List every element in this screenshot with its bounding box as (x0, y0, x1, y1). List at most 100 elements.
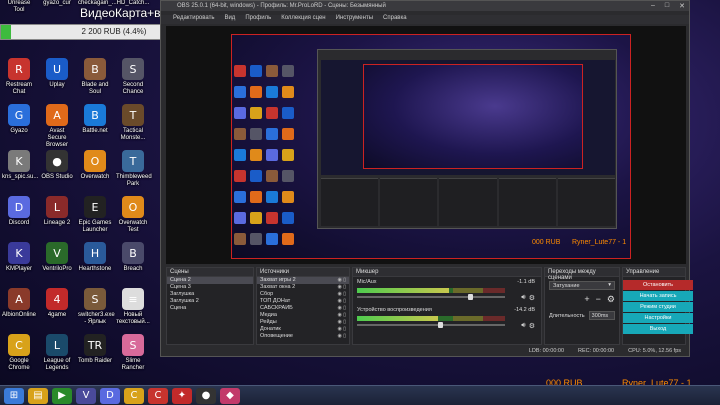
desktop-icon[interactable]: E Epic Games Launcher (78, 196, 112, 234)
app-icon: T (122, 104, 144, 126)
preview-app-icon (250, 107, 262, 119)
source-name: Сбор (260, 291, 274, 297)
mixer-title: Микшер (353, 268, 541, 277)
desktop-icon[interactable]: A Avast Secure Browser (40, 104, 74, 149)
source-item[interactable]: Оповещение ◉ ▯ (257, 333, 349, 340)
control-button[interactable]: Выход (623, 324, 693, 334)
menu-item[interactable]: Справка (383, 15, 407, 24)
eye-icon[interactable]: ◉ ▯ (337, 326, 346, 333)
eye-icon[interactable]: ◉ ▯ (337, 291, 346, 298)
start-button-icon[interactable]: ⊞ (4, 387, 24, 404)
control-button[interactable]: Начать запись (623, 291, 693, 301)
desktop-icon[interactable]: O Overwatch (78, 150, 112, 181)
obs-icon[interactable]: ● (196, 387, 216, 404)
remove-icon[interactable]: − (596, 294, 601, 305)
minimize-icon[interactable]: – (651, 2, 655, 10)
desktop-icon[interactable]: S Slime Rancher (116, 334, 150, 372)
volume-slider-knob[interactable] (438, 322, 444, 328)
app-red-icon[interactable]: ✦ (172, 387, 192, 404)
obs-preview[interactable]: 000 RUB Ryner_Lute77 - 1 (166, 26, 686, 264)
app-icon: A (8, 288, 30, 310)
duration-input[interactable]: 300ms (588, 311, 615, 320)
desktop-icon[interactable]: ≡ Новый текстовый... (116, 288, 150, 326)
eye-icon[interactable]: ◉ ▯ (337, 333, 346, 340)
scene-item[interactable]: Заглушка (167, 291, 253, 298)
desktop-icon[interactable]: B Blade and Soul (78, 58, 112, 96)
desktop-icon[interactable]: Sswitcher3.exe - Ярлык (78, 288, 115, 326)
source-item[interactable]: ТОП ДОНат ◉ ▯ (257, 298, 349, 305)
app-icon: B (84, 104, 106, 126)
eye-icon[interactable]: ◉ ▯ (337, 277, 346, 284)
menu-item[interactable]: Профиль (245, 15, 271, 24)
scene-item[interactable]: Сцена (167, 305, 253, 312)
close-icon[interactable]: ✕ (679, 2, 685, 10)
desktop-icon[interactable]: S Second Chance (116, 58, 150, 96)
gear-icon[interactable]: ⚙ (529, 322, 535, 330)
eye-icon[interactable]: ◉ ▯ (337, 305, 346, 312)
desktop-icon[interactable]: T Thimbleweed Park (116, 150, 152, 188)
eye-icon[interactable]: ◉ ▯ (337, 319, 346, 326)
volume-slider[interactable] (357, 294, 505, 300)
desktop-icon[interactable]: R Restream Chat (2, 58, 36, 96)
eye-icon[interactable]: ◉ ▯ (337, 298, 346, 305)
desktop-icon[interactable]: V VentriloPro (40, 242, 74, 273)
source-item[interactable]: Захват окна 2 ◉ ▯ (257, 284, 349, 291)
source-item[interactable]: Сбор ◉ ▯ (257, 291, 349, 298)
source-item[interactable]: Рейды ◉ ▯ (257, 319, 349, 326)
desktop-icon[interactable]: O Overwatch Test (116, 196, 150, 234)
menu-item[interactable]: Коллекция сцен (281, 15, 325, 24)
discord-icon[interactable]: D (100, 387, 120, 404)
app-icon: G (8, 104, 30, 126)
desktop-icon[interactable]: Kkns_spic.su... (2, 150, 38, 181)
volume-slider-knob[interactable] (468, 294, 473, 300)
add-icon[interactable]: + (584, 294, 589, 305)
explorer-icon[interactable]: ▤ (28, 387, 48, 404)
source-item[interactable]: Захват игры 2 ◉ ▯ (257, 277, 349, 284)
desktop-icon-label: Second Chance (122, 82, 144, 95)
desktop-icon[interactable]: U Uplay (40, 58, 74, 89)
maximize-icon[interactable]: □ (665, 2, 669, 10)
scene-item[interactable]: Заглушка 2 (167, 298, 253, 305)
speaker-icon[interactable]: 🔊︎ (521, 322, 525, 330)
volume-slider[interactable] (357, 322, 505, 328)
desktop-icon[interactable]: TR Tomb Raider (78, 334, 112, 365)
menu-item[interactable]: Редактировать (173, 15, 214, 24)
source-item[interactable]: Донатик ◉ ▯ (257, 326, 349, 333)
desktop-icon[interactable]: B Battle.net (78, 104, 112, 135)
desktop-icon[interactable]: K KMPlayer (2, 242, 36, 273)
menu-item[interactable]: Инструменты (336, 15, 373, 24)
source-item[interactable]: Медиа ◉ ▯ (257, 312, 349, 319)
app-pink-icon[interactable]: ◆ (220, 387, 240, 404)
control-button[interactable]: Режим студии (623, 302, 693, 312)
source-item[interactable]: САБСКРАЙБ ◉ ▯ (257, 305, 349, 312)
speaker-icon[interactable]: 🔊︎ (521, 294, 525, 302)
gear-icon[interactable]: ⚙ (607, 294, 615, 305)
desktop-icon[interactable]: ● OBS Studio (40, 150, 74, 181)
desktop-icon[interactable]: T Tactical Monste... (116, 104, 150, 142)
chrome-icon[interactable]: C (124, 387, 144, 404)
control-button[interactable]: Остановить (623, 280, 693, 290)
control-button[interactable]: Настройки (623, 313, 693, 323)
preview-app-icon (282, 128, 294, 140)
scene-item[interactable]: Сцена 2 (167, 277, 253, 284)
desktop-icon[interactable]: A AlbionOnline (2, 288, 36, 319)
desktop-icon-label: Overwatch (80, 174, 110, 180)
desktop-icon[interactable]: 4 4game (40, 288, 74, 319)
gear-icon[interactable]: ⚙ (529, 294, 535, 302)
scene-item[interactable]: Сцена 3 (167, 284, 253, 291)
desktop-icon[interactable]: L League of Legends (40, 334, 74, 372)
desktop-icon[interactable]: H Hearthstone (78, 242, 112, 273)
chrome-2-icon[interactable]: C (148, 387, 168, 404)
app-v-icon[interactable]: V (76, 387, 96, 404)
desktop-icon[interactable]: G Gyazo (2, 104, 36, 135)
media-icon[interactable]: ▶ (52, 387, 72, 404)
transition-select[interactable]: Затухание ▾ (549, 281, 615, 290)
menu-item[interactable]: Вид (224, 15, 235, 24)
eye-icon[interactable]: ◉ ▯ (337, 284, 346, 291)
preview-app-icon (266, 128, 278, 140)
desktop-icon[interactable]: B Breach (116, 242, 150, 273)
desktop-icon[interactable]: C Google Chrome (2, 334, 36, 372)
desktop-icon[interactable]: D Discord (2, 196, 36, 227)
eye-icon[interactable]: ◉ ▯ (337, 312, 346, 319)
desktop-icon[interactable]: L Lineage 2 (40, 196, 74, 227)
